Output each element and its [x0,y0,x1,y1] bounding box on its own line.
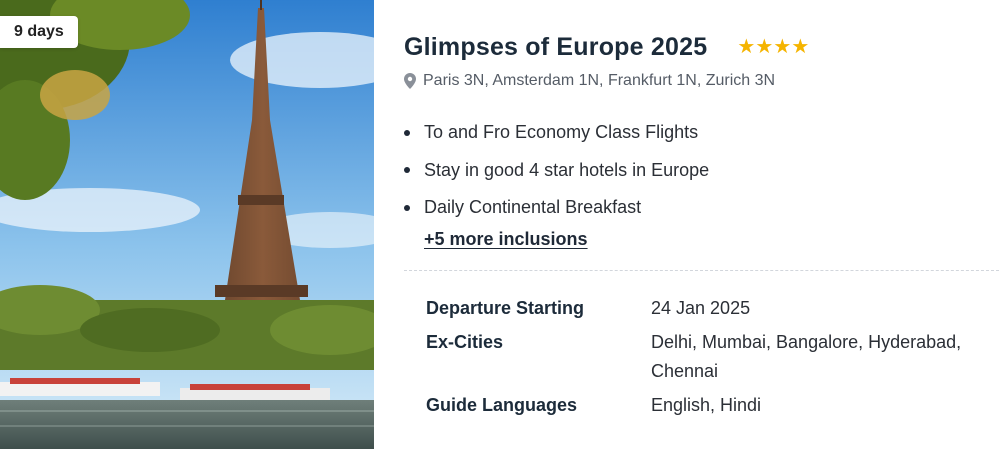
languages-value: English, Hindi [651,395,762,415]
star-icon: ★ [773,36,792,58]
bullet-icon [404,204,410,211]
more-inclusions-link[interactable]: +5 more inclusions [424,229,588,250]
departure-row: Departure Starting 24 Jan 2025 [426,294,996,323]
package-title[interactable]: Glimpses of Europe 2025 [404,33,707,62]
itinerary-cities: Paris 3N, Amsterdam 1N, Frankfurt 1N, Zu… [423,72,776,89]
section-divider [404,270,999,271]
inclusion-text: To and Fro Economy Class Flights [424,122,699,143]
excities-row: Ex-Cities Delhi, Mumbai, Bangalore, Hyde… [426,328,996,386]
tour-package-card[interactable]: 9 days Glimpses of Europe 2025 ★ ★ ★ ★ Pari… [0,0,999,449]
excities-value-line: Delhi, Mumbai, Bangalore, Hyderabad, [651,332,962,352]
hotel-star-rating: ★ ★ ★ ★ [737,36,810,58]
inclusion-item: Daily Continental Breakfast [404,189,709,227]
inclusions-list: To and Fro Economy Class Flights Stay in… [404,114,709,227]
package-details: Glimpses of Europe 2025 ★ ★ ★ ★ Paris 3N, A… [404,0,999,449]
eiffel-tower-photo [0,0,374,449]
bullet-icon [404,167,410,174]
inclusion-text: Daily Continental Breakfast [424,197,642,218]
bullet-icon [404,129,410,136]
excities-label: Ex-Cities [426,332,504,352]
star-icon: ★ [755,36,774,58]
languages-label: Guide Languages [426,395,578,415]
inclusion-text: Stay in good 4 star hotels in Europe [424,159,710,180]
star-icon: ★ [737,36,756,58]
star-icon: ★ [791,36,810,58]
languages-row: Guide Languages English, Hindi [426,391,996,420]
package-photo[interactable]: 9 days [0,0,374,449]
duration-badge: 9 days [0,16,78,48]
excities-value: Delhi, Mumbai, Bangalore, Hyderabad, Che… [651,328,996,386]
inclusion-item: Stay in good 4 star hotels in Europe [404,152,709,190]
location-row: Paris 3N, Amsterdam 1N, Frankfurt 1N, Zu… [404,70,775,92]
excities-value-line: Chennai [651,361,719,381]
title-row: Glimpses of Europe 2025 ★ ★ ★ ★ [404,30,809,64]
departure-value: 24 Jan 2025 [651,298,751,318]
departure-label: Departure Starting [426,298,585,318]
inclusion-item: To and Fro Economy Class Flights [404,114,709,152]
map-pin-icon [404,73,416,89]
